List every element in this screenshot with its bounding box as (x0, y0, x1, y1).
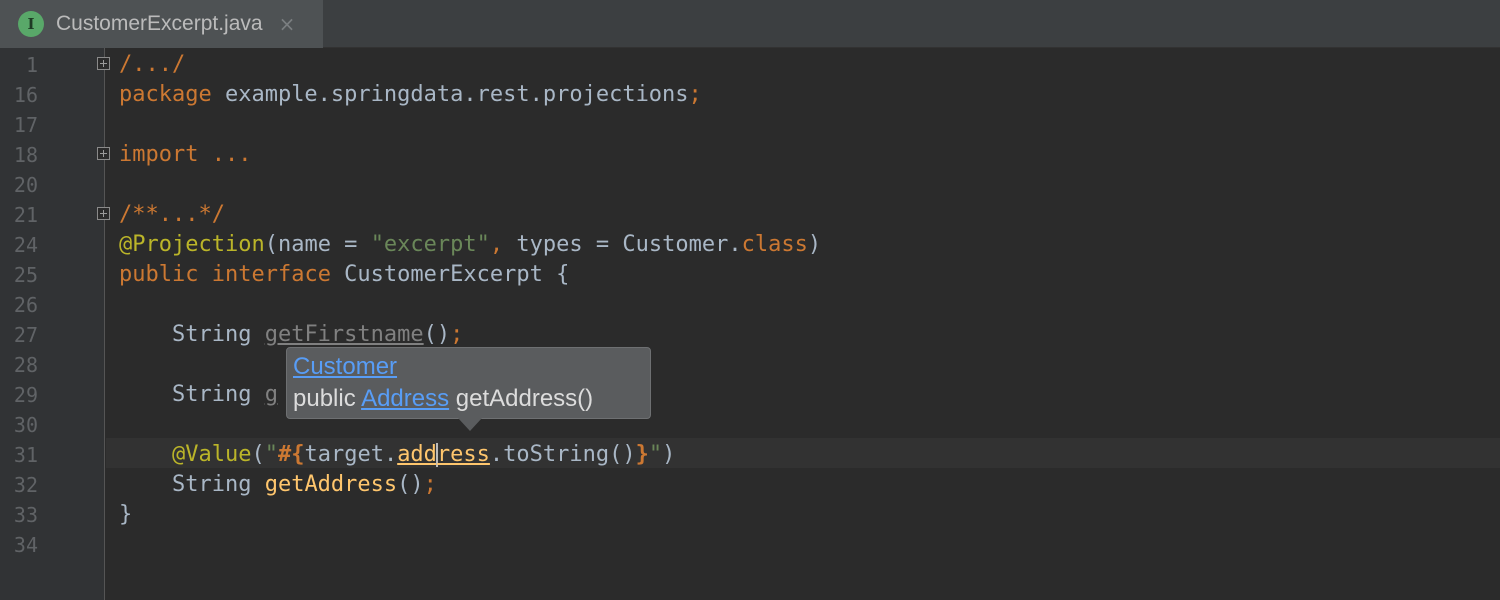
interface-name: CustomerExcerpt { (330, 262, 570, 287)
code-line-18: import ... (119, 140, 251, 170)
method-name: getAddress (264, 472, 398, 497)
paren: ( (264, 232, 278, 257)
line-number: 25 (13, 263, 38, 287)
popup-pointer (458, 418, 482, 431)
string-quote: " (264, 442, 278, 467)
type-name: String (171, 472, 265, 497)
keyword: class (741, 232, 808, 257)
code-editor[interactable]: 1 16 17 18 20 21 24 25 26 27 28 29 30 31… (0, 48, 1500, 600)
code-line-24: @Projection(name = "excerpt", types = Cu… (119, 230, 821, 260)
comma: , (489, 232, 517, 257)
spel-expression: target. (304, 442, 398, 467)
semicolon: ; (688, 82, 702, 107)
line-number-gutter: 1 16 17 18 20 21 24 25 26 27 28 29 30 31… (0, 48, 105, 600)
folded-javadoc[interactable]: /**...*/ (119, 202, 225, 227)
fold-expand-icon[interactable] (97, 207, 110, 220)
line-number: 1 (25, 53, 38, 77)
line-number: 20 (13, 173, 38, 197)
annotation: @Value (171, 442, 252, 467)
popup-modifier: public (293, 385, 362, 412)
tab-customer-excerpt[interactable]: I CustomerExcerpt.java × (0, 0, 323, 48)
annotation: @Projection (119, 232, 265, 257)
code-line-16: package example.springdata.rest.projecti… (119, 80, 702, 110)
paren: ) (662, 442, 676, 467)
popup-line-class: Customer (293, 351, 644, 383)
package-name: example.springdata.rest.projections (211, 82, 689, 107)
paren: ) (807, 232, 822, 257)
paren: () (423, 322, 451, 347)
fold-expand-icon[interactable] (97, 147, 110, 160)
line-number: 32 (13, 473, 38, 497)
code-line-31: @Value("#{target.address.toString()}") (119, 440, 675, 470)
quick-documentation-popup: Customer public Address getAddress() (286, 347, 651, 419)
line-number: 16 (13, 83, 38, 107)
code-line-27: String getFirstname(); (119, 320, 463, 350)
code-line-1: /.../ (119, 50, 185, 80)
line-number: 24 (13, 233, 38, 257)
line-number: 28 (13, 353, 38, 377)
line-number: 21 (13, 203, 38, 227)
spel-expression: .toString() (489, 442, 636, 467)
string-quote: " (648, 442, 663, 467)
line-number: 18 (13, 143, 38, 167)
code-line-32: String getAddress(); (119, 470, 437, 500)
keyword: public (119, 262, 199, 287)
code-line-21: /**...*/ (119, 200, 225, 230)
address-type-link[interactable]: Address (361, 385, 449, 412)
line-number: 17 (13, 113, 38, 137)
annotation-param: types (516, 232, 583, 257)
line-number: 29 (13, 383, 38, 407)
fold-expand-icon[interactable] (97, 57, 110, 70)
customer-class-link[interactable]: Customer (293, 353, 397, 380)
popup-line-signature: public Address getAddress() (293, 383, 644, 415)
closing-brace: } (119, 502, 133, 527)
code-line-33: } (119, 500, 132, 530)
semicolon: ; (423, 472, 437, 497)
interface-icon: I (18, 11, 44, 37)
spel-open: #{ (277, 442, 305, 467)
type-name: String (171, 382, 265, 407)
highlighted-reference[interactable]: ress (437, 442, 490, 467)
line-number: 31 (13, 443, 38, 467)
tab-title: CustomerExcerpt.java (56, 12, 263, 35)
highlighted-reference[interactable]: add (397, 442, 437, 467)
operator: = (582, 232, 623, 257)
semicolon: ; (450, 322, 464, 347)
line-number: 30 (13, 413, 38, 437)
popup-signature: getAddress() (449, 385, 594, 412)
method-name: g (264, 382, 278, 407)
operator: = (330, 232, 371, 257)
class-ref: Customer. (622, 232, 742, 257)
folded-imports[interactable]: ... (198, 142, 252, 167)
line-number: 27 (13, 323, 38, 347)
method-name: getFirstname (264, 322, 424, 347)
paren: ( (251, 442, 265, 467)
line-number: 34 (13, 533, 38, 557)
code-line-29: String g (119, 380, 278, 410)
keyword: interface (198, 262, 331, 287)
line-number: 26 (13, 293, 38, 317)
editor-tab-bar: I CustomerExcerpt.java × (0, 0, 1500, 48)
code-line-25: public interface CustomerExcerpt { (119, 260, 569, 290)
annotation-param: name (277, 232, 331, 257)
line-number: 33 (13, 503, 38, 527)
close-icon[interactable]: × (279, 14, 296, 34)
paren: () (397, 472, 424, 497)
string-literal: "excerpt" (370, 232, 490, 257)
spel-close: } (635, 442, 649, 467)
folded-comment[interactable]: /.../ (119, 52, 185, 77)
keyword: import (119, 142, 199, 167)
type-name: String (171, 322, 265, 347)
keyword: package (119, 82, 212, 107)
